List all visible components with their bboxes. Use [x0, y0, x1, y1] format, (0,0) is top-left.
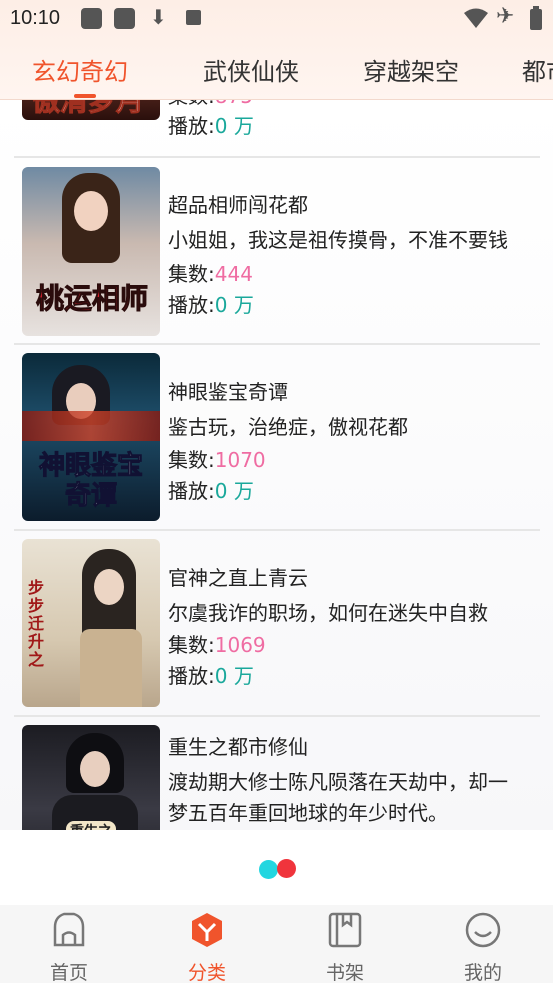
- play-label: 播放:: [168, 664, 215, 688]
- book-description-line2: 梦五百年重回地球的年少时代。: [168, 801, 448, 825]
- episode-label: 集数:: [168, 633, 215, 657]
- play-count: 播放:0 万: [168, 475, 254, 504]
- play-value: 0: [214, 114, 228, 138]
- category-tabs: 玄幻奇幻 武侠仙侠 穿越架空 都市: [0, 46, 553, 92]
- episode-count: 集数:1069: [168, 629, 266, 658]
- play-unit: 万: [227, 664, 254, 688]
- status-bar: 10:10 ⬇ ✈: [0, 0, 553, 38]
- book-cover[interactable]: 重生之: [22, 725, 160, 830]
- wifi-icon: [464, 8, 488, 28]
- book-description: 尔虞我诈的职场，如何在迷失中自救: [168, 601, 488, 625]
- nav-label: 我的: [463, 962, 502, 983]
- nav-category[interactable]: 分类: [157, 905, 257, 983]
- book-cover[interactable]: 桃运相师: [22, 167, 160, 336]
- cover-title: 傲清梦月: [31, 100, 145, 118]
- nav-profile[interactable]: 我的: [433, 905, 533, 983]
- episode-count: 集数:1070: [168, 444, 266, 473]
- episode-count: 集数:444: [168, 258, 253, 287]
- nav-label: 首页: [49, 962, 88, 983]
- play-unit: 万: [227, 114, 254, 138]
- episode-value: 875: [215, 100, 253, 108]
- cover-title: 神眼鉴宝奇谭: [38, 451, 143, 512]
- nav-home[interactable]: 首页: [19, 905, 119, 983]
- play-count: 播放:0 万: [168, 660, 254, 689]
- play-label: 播放:: [168, 479, 215, 503]
- bookshelf-icon: [328, 912, 362, 948]
- status-time: 10:10: [10, 7, 61, 29]
- list-item[interactable]: 神眼鉴宝奇谭 神眼鉴宝奇谭 鉴古玩，治绝症，傲视花都 集数:1070 播放:0 …: [0, 345, 553, 531]
- list-item[interactable]: 桃运相师 超品相师闯花都 小姐姐，我这是祖传摸骨，不准不要钱 集数:444 播放…: [0, 158, 553, 344]
- download-icon: ⬇: [150, 5, 167, 29]
- bottom-nav: 首页 分类 书架 我的: [0, 905, 553, 983]
- book-description: 渡劫期大修士陈凡陨落在天劫中，却一: [168, 770, 508, 794]
- tab-dushi[interactable]: 都市: [522, 52, 553, 87]
- play-value: 0: [214, 293, 228, 317]
- book-cover[interactable]: 傲清梦月: [22, 100, 160, 120]
- episode-label: 集数:: [168, 448, 215, 472]
- cover-title: 步步迁升之: [28, 578, 45, 669]
- tab-chuanyue[interactable]: 穿越架空: [363, 52, 459, 87]
- category-icon: [192, 913, 222, 947]
- cover-title: 桃运相师: [35, 282, 149, 316]
- episode-value: 1069: [214, 633, 266, 657]
- play-count: 播放:0 万: [168, 289, 254, 318]
- episode-label: 集数:: [168, 262, 215, 286]
- profile-icon: [465, 912, 501, 948]
- home-icon: [53, 912, 85, 947]
- cover-title: 重生之: [66, 821, 116, 830]
- font-icon: [186, 10, 201, 25]
- loading-indicator: [259, 860, 278, 879]
- book-title: 官神之直上青云: [168, 566, 308, 590]
- book-cover[interactable]: 步步迁升之: [22, 539, 160, 707]
- notification-icon: [114, 8, 135, 29]
- nav-bookshelf[interactable]: 书架: [295, 905, 395, 983]
- nav-label: 分类: [187, 962, 226, 983]
- play-unit: 万: [227, 293, 254, 317]
- play-label: 播放:: [168, 114, 215, 138]
- book-title: 神眼鉴宝奇谭: [168, 380, 288, 404]
- book-title: 超品相师闯花都: [168, 193, 308, 217]
- episode-value: 1070: [214, 448, 266, 472]
- play-value: 0: [214, 664, 228, 688]
- nav-label: 书架: [325, 962, 364, 983]
- play-count: 播放:0 万: [168, 110, 254, 139]
- episode-count: 集数:875: [168, 100, 253, 109]
- play-unit: 万: [227, 479, 254, 503]
- list-item[interactable]: 傲清梦月 集数:875 播放:0 万: [0, 100, 553, 156]
- list-item[interactable]: 重生之 重生之都市修仙 渡劫期大修士陈凡陨落在天劫中，却一 梦五百年重回地球的年…: [0, 717, 553, 830]
- episode-value: 444: [214, 262, 253, 286]
- book-list[interactable]: 傲清梦月 集数:875 播放:0 万 桃运相师 超品相师闯花都 小姐姐，我这是祖…: [0, 100, 553, 830]
- battery-icon: [530, 6, 542, 30]
- airplane-icon: ✈: [496, 4, 515, 29]
- book-description: 鉴古玩，治绝症，傲视花都: [168, 415, 408, 439]
- tab-indicator: [74, 94, 96, 98]
- book-title: 重生之都市修仙: [168, 735, 308, 759]
- book-cover[interactable]: 神眼鉴宝奇谭: [22, 353, 160, 521]
- list-item[interactable]: 步步迁升之 官神之直上青云 尔虞我诈的职场，如何在迷失中自救 集数:1069 播…: [0, 531, 553, 717]
- episode-label: 集数:: [168, 100, 215, 108]
- tab-wuxia[interactable]: 武侠仙侠: [203, 52, 299, 87]
- play-label: 播放:: [168, 293, 215, 317]
- tab-xuanhuan[interactable]: 玄幻奇幻: [32, 52, 128, 87]
- loading-indicator: [277, 859, 296, 878]
- notification-icon: [81, 8, 102, 29]
- play-value: 0: [214, 479, 228, 503]
- book-description: 小姐姐，我这是祖传摸骨，不准不要钱: [168, 228, 508, 252]
